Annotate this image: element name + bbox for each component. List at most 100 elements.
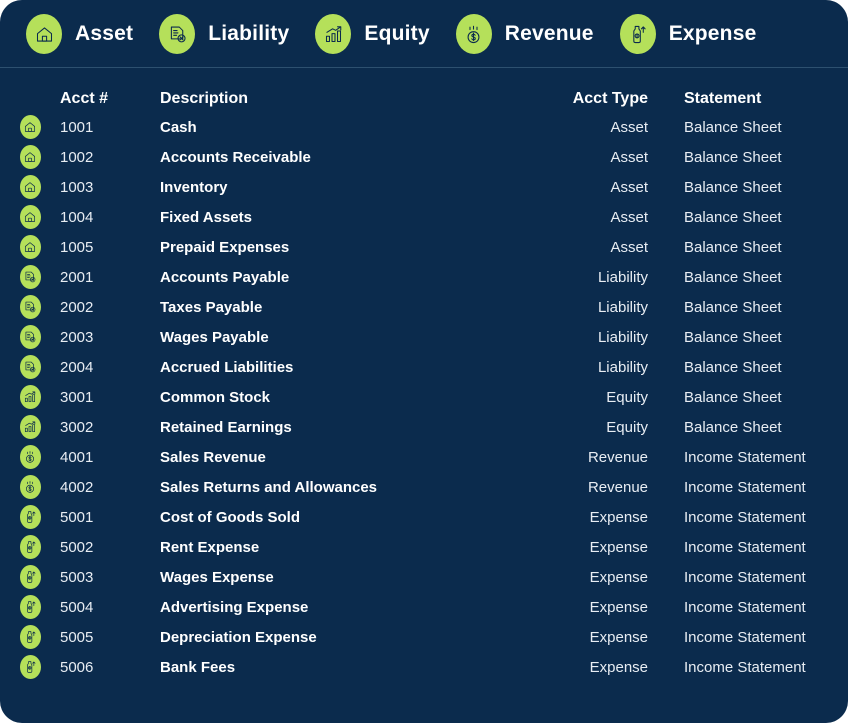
- account-type-legend: Asset Liability Equity Revenue Expense: [0, 0, 848, 68]
- row-description: Wages Payable: [160, 328, 269, 346]
- legend-item-equity[interactable]: Equity: [315, 14, 430, 54]
- row-icon-cell: [0, 625, 60, 649]
- table-row[interactable]: 5002 Rent Expense Expense Income Statement: [0, 532, 848, 562]
- row-acct-number: 1004: [60, 208, 94, 226]
- row-statement: Balance Sheet: [684, 208, 782, 226]
- row-icon-cell: [0, 325, 60, 349]
- coin-dollar-icon: [455, 14, 492, 54]
- row-icon-cell: [0, 175, 60, 199]
- home-icon: [19, 115, 41, 139]
- row-icon-cell: [0, 565, 60, 589]
- row-description: Retained Earnings: [160, 418, 292, 436]
- document-badge-icon: [19, 295, 41, 319]
- row-acct-type: Revenue: [587, 448, 648, 466]
- row-description: Advertising Expense: [160, 598, 309, 616]
- row-icon-cell: [0, 115, 60, 139]
- row-acct-type: Revenue: [587, 478, 648, 496]
- bar-chart-arrow-icon: [19, 385, 41, 409]
- table-row[interactable]: 1002 Accounts Receivable Asset Balance Shee…: [0, 142, 848, 172]
- row-statement: Balance Sheet: [684, 148, 782, 166]
- legend-item-expense[interactable]: Expense: [619, 14, 757, 54]
- document-badge-icon: [19, 325, 41, 349]
- row-icon-cell: [0, 655, 60, 679]
- row-acct-number: 4001: [60, 448, 94, 466]
- row-description: Taxes Payable: [160, 298, 263, 316]
- table-row[interactable]: 5006 Bank Fees Expense Income Statement: [0, 652, 848, 682]
- table-row[interactable]: 1001 Cash Asset Balance Sheet: [0, 112, 848, 142]
- legend-item-revenue[interactable]: Revenue: [455, 14, 594, 54]
- row-statement: Balance Sheet: [684, 298, 782, 316]
- document-badge-icon: [19, 355, 41, 379]
- row-acct-number: 1001: [60, 118, 94, 136]
- row-acct-number: 1002: [60, 148, 94, 166]
- table-row[interactable]: 3002 Retained Earnings Equity Balance Sheet: [0, 412, 848, 442]
- row-icon-cell: [0, 145, 60, 169]
- row-icon-cell: [0, 475, 60, 499]
- row-statement: Income Statement: [684, 508, 806, 526]
- table-row[interactable]: 4002 Sales Returns and Allowances Revenue I…: [0, 472, 848, 502]
- table-row[interactable]: 2003 Wages Payable Liability Balance Sheet: [0, 322, 848, 352]
- row-acct-type: Expense: [589, 628, 648, 646]
- table-row[interactable]: 4001 Sales Revenue Revenue Income Statement: [0, 442, 848, 472]
- home-icon: [19, 235, 41, 259]
- table-row[interactable]: 5004 Advertising Expense Expense Income Sta…: [0, 592, 848, 622]
- home-icon: [19, 145, 41, 169]
- row-description: Fixed Assets: [160, 208, 252, 226]
- table-row[interactable]: 5005 Depreciation Expense Expense Income St…: [0, 622, 848, 652]
- money-bottle-arrow-icon: [19, 565, 41, 589]
- row-statement: Balance Sheet: [684, 178, 782, 196]
- row-statement: Balance Sheet: [684, 388, 782, 406]
- table-row[interactable]: 2002 Taxes Payable Liability Balance Sheet: [0, 292, 848, 322]
- table-row[interactable]: 2004 Accrued Liabilities Liability Balance …: [0, 352, 848, 382]
- table-row[interactable]: 1004 Fixed Assets Asset Balance Sheet: [0, 202, 848, 232]
- bar-chart-arrow-icon: [19, 415, 41, 439]
- bar-chart-arrow-icon: [315, 14, 352, 54]
- table-row[interactable]: 3001 Common Stock Equity Balance Sheet: [0, 382, 848, 412]
- accounts-table: Acct # Description Acct Type Statement 1…: [0, 68, 848, 682]
- row-acct-number: 5003: [60, 568, 94, 586]
- row-acct-number: 4002: [60, 478, 94, 496]
- row-acct-type: Expense: [589, 598, 648, 616]
- money-bottle-arrow-icon: [19, 595, 41, 619]
- row-acct-number: 1005: [60, 238, 94, 256]
- row-statement: Income Statement: [684, 598, 806, 616]
- row-acct-type: Expense: [589, 538, 648, 556]
- row-statement: Balance Sheet: [684, 358, 782, 376]
- row-acct-number: 3001: [60, 388, 94, 406]
- row-icon-cell: [0, 235, 60, 259]
- row-statement: Income Statement: [684, 658, 806, 676]
- chart-of-accounts-card: Asset Liability Equity Revenue Expense Acct …: [0, 0, 848, 723]
- legend-item-liability[interactable]: Liability: [159, 14, 289, 54]
- legend-item-label: Asset: [75, 22, 134, 45]
- table-row[interactable]: 5001 Cost of Goods Sold Expense Income Stat…: [0, 502, 848, 532]
- row-description: Sales Revenue: [160, 448, 266, 466]
- table-body: 1001 Cash Asset Balance Sheet 1002 Accounts R…: [0, 112, 848, 682]
- row-statement: Income Statement: [684, 628, 806, 646]
- row-acct-type: Asset: [610, 178, 648, 196]
- coin-dollar-icon: [19, 475, 41, 499]
- row-description: Cash: [160, 118, 197, 136]
- row-acct-type: Asset: [610, 118, 648, 136]
- row-description: Cost of Goods Sold: [160, 508, 300, 526]
- legend-item-label: Liability: [208, 22, 290, 45]
- legend-item-asset[interactable]: Asset: [26, 14, 133, 54]
- row-acct-type: Liability: [597, 358, 648, 376]
- header-description: Description: [160, 90, 249, 107]
- row-icon-cell: [0, 205, 60, 229]
- row-acct-number: 2003: [60, 328, 94, 346]
- row-acct-number: 3002: [60, 418, 94, 436]
- table-row[interactable]: 1005 Prepaid Expenses Asset Balance Sheet: [0, 232, 848, 262]
- money-bottle-arrow-icon: [19, 535, 41, 559]
- table-row[interactable]: 1003 Inventory Asset Balance Sheet: [0, 172, 848, 202]
- money-bottle-arrow-icon: [19, 625, 41, 649]
- table-row[interactable]: 5003 Wages Expense Expense Income Statement: [0, 562, 848, 592]
- header-acct-type: Acct Type: [572, 90, 648, 107]
- row-statement: Income Statement: [684, 448, 806, 466]
- row-description: Sales Returns and Allowances: [160, 478, 378, 496]
- row-statement: Income Statement: [684, 478, 806, 496]
- row-acct-type: Expense: [589, 508, 648, 526]
- table-row[interactable]: 2001 Accounts Payable Liability Balance She…: [0, 262, 848, 292]
- home-icon: [19, 205, 41, 229]
- header-statement: Statement: [684, 90, 762, 107]
- row-statement: Income Statement: [684, 538, 806, 556]
